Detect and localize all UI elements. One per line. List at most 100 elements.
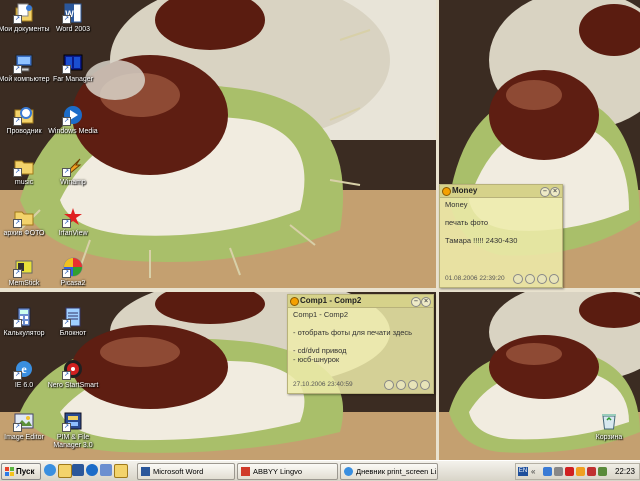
desktop-icon-notepad[interactable]: ↗ Блокнот — [47, 306, 99, 338]
task-label: ABBYY Lingvo — [253, 467, 303, 476]
folder-icon: ↗ — [13, 206, 35, 228]
desktop-icon-picasa[interactable]: ↗ Picasa2 — [47, 256, 99, 288]
close-icon[interactable]: × — [421, 297, 431, 307]
browser-icon — [344, 467, 353, 476]
note-titlebar[interactable]: Comp1 - Comp2 – × — [288, 295, 433, 308]
desktop-icon-music[interactable]: ↗ music — [0, 155, 50, 187]
desktop-icon-winamp[interactable]: ↗ Winamp — [47, 155, 99, 187]
winamp-icon: ↗ — [62, 155, 84, 177]
clock[interactable]: 22:23 — [615, 464, 635, 479]
desktop-icon-irfanview[interactable]: ↗ IrfanView — [47, 206, 99, 238]
desktop-icon-windows-media[interactable]: ↗ Windows Media — [47, 104, 99, 136]
note-line: Тамара !!!!! 2430-430 — [445, 236, 518, 245]
tools-icon[interactable] — [525, 274, 535, 284]
start-button[interactable]: Пуск — [1, 463, 41, 480]
folder-icon: ↗ — [13, 155, 35, 177]
speaker-icon[interactable] — [554, 467, 563, 476]
note-toolbar — [382, 380, 430, 391]
note-toolbar — [511, 274, 559, 285]
note-titlebar[interactable]: Money – × — [440, 185, 562, 198]
my-documents-icon: ↗ — [13, 2, 35, 24]
sticky-note-comp[interactable]: Comp1 - Comp2 – × Comp1 - Comp2 - отобра… — [287, 294, 434, 394]
desktop-icon-my-computer[interactable]: ↗ Мой компьютер — [0, 52, 50, 84]
lingvo-icon — [241, 467, 250, 476]
tray-app-icon[interactable] — [587, 467, 596, 476]
taskbar: Пуск Microsoft Word ABBYY Lingvo Дневник… — [0, 460, 640, 481]
irfanview-icon: ↗ — [62, 206, 84, 228]
note-content[interactable]: Comp1 - Comp2 - отобрать фоты для печати… — [288, 308, 433, 366]
tray-app-icon[interactable] — [576, 467, 585, 476]
note-line: - юсб-шнурок — [293, 355, 340, 364]
notepad-icon: ↗ — [62, 306, 84, 328]
image-editor-icon: ↗ — [13, 410, 35, 432]
recycle-bin-icon — [598, 410, 620, 432]
quicklaunch-media-icon[interactable] — [86, 464, 98, 476]
sound-icon[interactable] — [513, 274, 523, 284]
task-browser-diary[interactable]: Дневник print_screen Li... — [340, 463, 438, 480]
quicklaunch-ie-icon[interactable] — [44, 464, 56, 476]
note-line — [293, 319, 428, 328]
task-label: Microsoft Word — [153, 467, 204, 476]
desktop-icon-image-editor[interactable]: ↗ Image Editor — [0, 410, 50, 442]
quicklaunch-word-icon[interactable] — [72, 464, 84, 476]
memstick-icon: ↗ — [13, 256, 35, 278]
desktop-icon-calculator[interactable]: ↗ Калькулятор — [0, 306, 50, 338]
desktop-icon-ie[interactable]: e ↗ IE 6.0 — [0, 358, 50, 390]
pin-icon — [290, 297, 299, 306]
note-line: печать фото — [445, 218, 489, 227]
picasa-icon: ↗ — [62, 256, 84, 278]
desktop-icon-nero[interactable]: ↗ Nero StartSmart — [47, 358, 99, 390]
sound-icon[interactable] — [384, 380, 394, 390]
quicklaunch-app-icon[interactable] — [100, 464, 112, 476]
wallpaper-tile-top-left — [0, 0, 436, 288]
svg-text:e: e — [21, 362, 27, 376]
palette-icon[interactable] — [537, 274, 547, 284]
desktop-icon-my-documents[interactable]: ↗ Мои документы — [0, 2, 50, 34]
windows-flag-icon — [5, 467, 14, 476]
note-line: - отобрать фоты для печати здесь — [293, 328, 413, 337]
note-date: 27.10.2006 23:40:59 — [293, 381, 353, 388]
desktop-icon-memstick[interactable]: ↗ MemStick — [0, 256, 50, 288]
close-icon[interactable]: × — [550, 187, 560, 197]
desktop-icon-explorer[interactable]: ↗ Проводник — [0, 104, 50, 136]
task-microsoft-word[interactable]: Microsoft Word — [137, 463, 235, 480]
word-icon — [141, 467, 150, 476]
word-icon: W ↗ — [62, 2, 84, 24]
desktop-icon-pim-file-manager[interactable]: ↗ PIM & File Manager 3.0 — [47, 410, 99, 450]
minimize-icon[interactable]: – — [540, 187, 550, 197]
palette-icon[interactable] — [408, 380, 418, 390]
quicklaunch-explorer-icon[interactable] — [58, 464, 72, 478]
system-tray: EN « 22:23 — [515, 463, 640, 480]
settings-icon[interactable] — [420, 380, 430, 390]
note-line: - cd/dvd привод — [293, 346, 347, 355]
note-line: Money — [445, 200, 468, 209]
tools-icon[interactable] — [396, 380, 406, 390]
nero-icon: ↗ — [62, 358, 84, 380]
settings-icon[interactable] — [549, 274, 559, 284]
note-line — [445, 209, 557, 218]
note-title: Money — [452, 186, 478, 195]
quicklaunch-folder-icon[interactable] — [114, 464, 128, 478]
note-title: Comp1 - Comp2 — [300, 296, 362, 305]
calculator-icon: ↗ — [13, 306, 35, 328]
note-line — [445, 227, 557, 236]
note-date: 01.08.2006 22:39:20 — [445, 275, 505, 282]
minimize-icon[interactable]: – — [411, 297, 421, 307]
chevron-left-icon[interactable]: « — [531, 467, 540, 476]
sticky-note-money[interactable]: Money – × Money печать фото Тамара !!!!!… — [439, 184, 563, 288]
pin-icon — [442, 187, 451, 196]
antivirus-icon[interactable] — [565, 467, 574, 476]
language-indicator[interactable]: EN — [518, 467, 528, 476]
task-label: Дневник print_screen Li... — [356, 467, 438, 476]
note-content[interactable]: Money печать фото Тамара !!!!! 2430-430 — [440, 198, 562, 247]
desktop-icon-word[interactable]: W ↗ Word 2003 — [47, 2, 99, 34]
desktop-icon-recycle-bin[interactable]: Корзина — [583, 410, 635, 442]
desktop-icon-far-manager[interactable]: ↗ Far Manager — [47, 52, 99, 84]
task-abbyy-lingvo[interactable]: ABBYY Lingvo — [237, 463, 338, 480]
note-line: Comp1 - Comp2 — [293, 310, 349, 319]
desktop-icon-photo-archive[interactable]: ↗ архив ФОТО — [0, 206, 50, 238]
network-icon[interactable] — [543, 467, 552, 476]
note-footer: 27.10.2006 23:40:59 — [293, 380, 430, 390]
note-footer: 01.08.2006 22:39:20 — [445, 274, 559, 284]
tray-app-icon[interactable] — [598, 467, 607, 476]
